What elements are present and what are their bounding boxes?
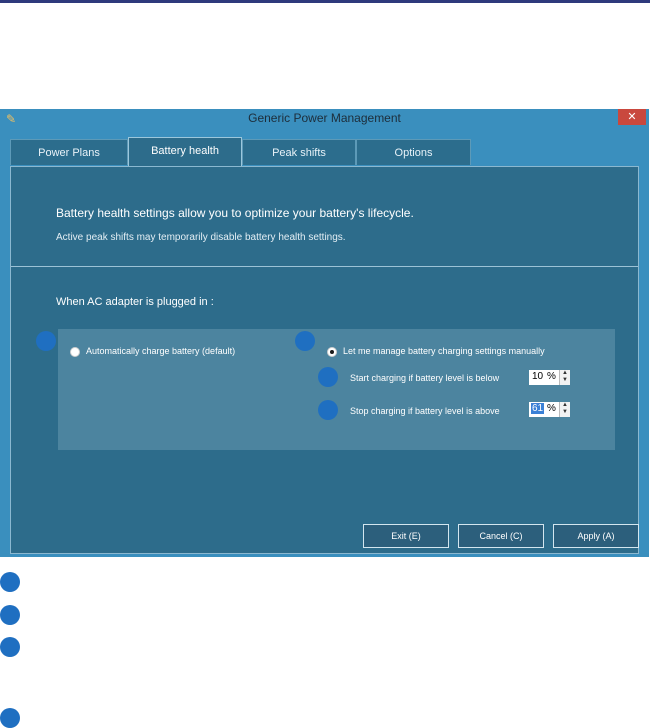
battery-health-panel: Battery health settings allow you to opt… <box>10 166 639 554</box>
ac-adapter-label: When AC adapter is plugged in : <box>56 296 214 308</box>
spin-up-icon[interactable]: ▲ <box>562 370 568 376</box>
tab-peak-shifts[interactable]: Peak shifts <box>242 139 356 165</box>
tab-battery-health[interactable]: Battery health <box>128 137 242 166</box>
spin-up-icon[interactable]: ▲ <box>562 402 568 408</box>
legend-marker <box>0 572 20 592</box>
tab-options[interactable]: Options <box>356 139 471 165</box>
stop-level-field[interactable]: 61 % <box>529 402 559 417</box>
section-divider <box>11 266 638 267</box>
close-button[interactable]: ✕ <box>618 109 646 125</box>
start-level-field[interactable]: 10 % <box>529 370 559 385</box>
cancel-button[interactable]: Cancel (C) <box>458 524 544 548</box>
legend-marker <box>0 708 20 728</box>
callout-marker <box>36 331 56 351</box>
tab-power-plans[interactable]: Power Plans <box>10 139 128 165</box>
charging-options-box: Automatically charge battery (default) L… <box>58 329 615 450</box>
power-management-window: ✎ Generic Power Management ✕ Power Plans… <box>0 109 649 557</box>
callout-marker <box>318 367 338 387</box>
intro-note: Active peak shifts may temporarily disab… <box>56 232 346 243</box>
auto-charge-radio[interactable] <box>70 347 80 357</box>
start-charging-label: Start charging if battery level is below <box>350 373 500 383</box>
exit-button[interactable]: Exit (E) <box>363 524 449 548</box>
start-level-stepper[interactable]: ▲ ▼ <box>559 370 570 385</box>
stop-level-stepper[interactable]: ▲ ▼ <box>559 402 570 417</box>
legend-marker <box>0 605 20 625</box>
legend-marker <box>0 637 20 657</box>
window-title: Generic Power Management <box>248 111 401 125</box>
title-bar: ✎ Generic Power Management ✕ <box>0 109 649 129</box>
tab-strip: Power Plans Battery health Peak shifts O… <box>10 137 639 166</box>
stop-charging-label: Stop charging if battery level is above <box>350 406 500 416</box>
spin-down-icon[interactable]: ▼ <box>562 409 568 415</box>
callout-marker <box>295 331 315 351</box>
intro-text: Battery health settings allow you to opt… <box>56 206 414 220</box>
callout-marker <box>318 400 338 420</box>
manual-charge-radio[interactable] <box>327 347 337 357</box>
auto-charge-label: Automatically charge battery (default) <box>86 346 236 356</box>
top-rule <box>0 0 650 3</box>
spin-down-icon[interactable]: ▼ <box>562 377 568 383</box>
manual-charge-label: Let me manage battery charging settings … <box>343 346 545 356</box>
apply-button[interactable]: Apply (A) <box>553 524 639 548</box>
